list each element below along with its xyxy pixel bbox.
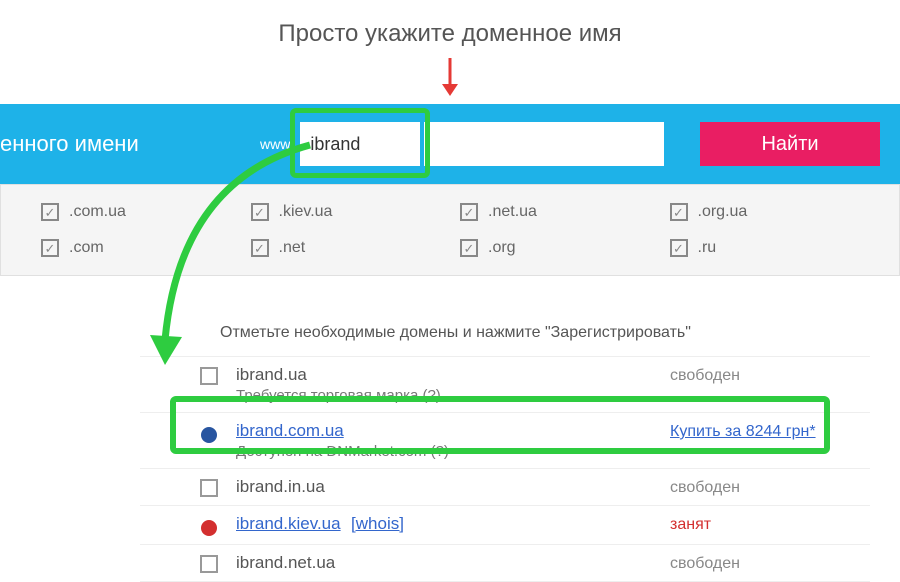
results-hint: Отметьте необходимые домены и нажмите "З… (140, 324, 870, 342)
checkbox-icon: ✓ (41, 239, 59, 257)
domain-link[interactable]: ibrand.kiev.ua (236, 514, 341, 533)
tld-label: .com (69, 239, 104, 257)
row-checkbox[interactable] (200, 367, 218, 385)
tld-item[interactable]: ✓ .net (251, 239, 461, 257)
domain-input[interactable] (300, 122, 420, 166)
tld-label: .org (488, 239, 516, 257)
result-row: ibrand.kiev.ua [whois] занят (140, 506, 870, 545)
results-area: Отметьте необходимые домены и нажмите "З… (0, 324, 900, 582)
www-label: www (260, 136, 290, 152)
arrow-down-icon (430, 56, 470, 98)
status-text: свободен (670, 479, 740, 496)
tld-item[interactable]: ✓ .org.ua (670, 203, 880, 221)
tld-item[interactable]: ✓ .net.ua (460, 203, 670, 221)
partial-label: енного имени (0, 131, 155, 157)
tld-item[interactable]: ✓ .org (460, 239, 670, 257)
domain-subtext: Требуется торговая марка (?) (236, 387, 670, 404)
domain-link[interactable]: ibrand.com.ua (236, 421, 344, 440)
tld-label: .org.ua (698, 203, 748, 221)
result-row: ibrand.ua Требуется торговая марка (?)сво… (140, 356, 870, 413)
tld-label: .ru (698, 239, 717, 257)
checkbox-icon: ✓ (460, 203, 478, 221)
tld-label: .com.ua (69, 203, 126, 221)
tld-item[interactable]: ✓ .kiev.ua (251, 203, 461, 221)
status-dot-icon (201, 427, 217, 443)
checkbox-icon: ✓ (670, 239, 688, 257)
find-button[interactable]: Найти (700, 122, 880, 166)
domain-text: ibrand.ua (236, 365, 307, 384)
status-text[interactable]: Купить за 8244 грн* (670, 423, 816, 440)
status-text: свободен (670, 555, 740, 572)
result-row: ibrand.in.ua свободен (140, 469, 870, 506)
input-wrap (300, 122, 420, 166)
checkbox-icon: ✓ (460, 239, 478, 257)
row-checkbox[interactable] (200, 555, 218, 573)
instruction-text: Просто укажите доменное имя (0, 0, 900, 56)
checkbox-icon: ✓ (41, 203, 59, 221)
domain-subtext: Доступен на DNMarket.com (?) (236, 443, 670, 460)
tld-item[interactable]: ✓ .com.ua (41, 203, 251, 221)
tld-grid: ✓ .com.ua ✓ .kiev.ua ✓ .net.ua ✓ .org.ua ✓ .com ✓.… (0, 184, 900, 276)
tld-label: .net (279, 239, 306, 257)
tld-item[interactable]: ✓ .com (41, 239, 251, 257)
search-bar: енного имени www Найти (0, 104, 900, 184)
checkbox-icon: ✓ (251, 203, 269, 221)
checkbox-icon: ✓ (251, 239, 269, 257)
result-row: ibrand.com.ua Доступен на DNMarket.com (?… (140, 413, 870, 469)
tld-label: .net.ua (488, 203, 537, 221)
domain-input-ext[interactable] (424, 122, 664, 166)
domain-text: ibrand.net.ua (236, 553, 335, 572)
whois-link[interactable]: [whois] (351, 514, 404, 533)
tld-label: .kiev.ua (279, 203, 333, 221)
result-row: ibrand.net.ua свободен (140, 545, 870, 582)
checkbox-icon: ✓ (670, 203, 688, 221)
status-text: занят (670, 516, 711, 533)
tld-item[interactable]: ✓ .ru (670, 239, 880, 257)
status-text: свободен (670, 367, 740, 384)
domain-text: ibrand.in.ua (236, 477, 325, 496)
row-checkbox[interactable] (200, 479, 218, 497)
status-dot-icon (201, 520, 217, 536)
